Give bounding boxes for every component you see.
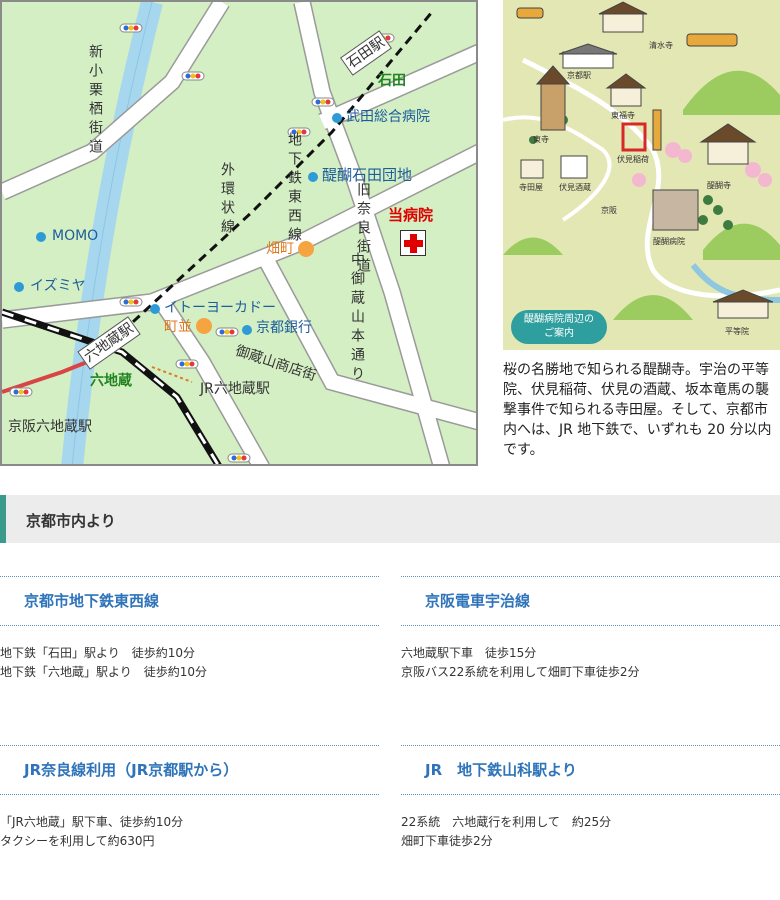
toji-label: 東寺 [533,135,549,144]
location-dot-icon [242,325,252,335]
location-dot-icon [332,113,342,123]
fushimi-sake-label: 伏見酒蔵 [559,183,591,192]
route-line: 京阪バス22系統を利用して畑町下車徒歩2分 [401,665,640,679]
shinkurisu-road-label: 新小栗栖街道 [87,44,103,158]
route-card: 京都市地下鉄東西線 地下鉄「石田」駅より 徒歩約10分 地下鉄「六地蔵」駅より … [0,576,379,682]
route-card: JR奈良線利用（JR京都駅から） 「JR六地蔵」駅下車、徒歩約10分 タクシーを… [0,745,379,851]
itoyokado-label: イトーヨーカドー [164,300,276,316]
route-line: 「JR六地蔵」駅下車、徒歩約10分 [0,815,184,829]
tofukuji-label: 東福寺 [611,111,635,120]
bus-stop-icon [196,318,212,334]
illustration-art [503,1,780,320]
bus-stop-icon [298,241,314,257]
rokujizo-area-label: 六地蔵 [90,373,132,389]
area-description: 桜の名勝地で知られる醍醐寺。宇治の平等院、伏見稲荷、伏見の酒蔵、坂本竜馬の襲撃事… [503,362,772,458]
route-title: 京阪電車宇治線 [425,592,531,610]
divider [401,625,780,626]
route-card: 京阪電車宇治線 六地蔵駅下車 徒歩15分 京阪バス22系統を利用して畑町下車徒歩… [401,576,780,682]
location-dot-icon [308,172,318,182]
area-guide-badge: 醍醐病院周辺の ご案内 [511,310,607,344]
izumiya-label: イズミヤ [30,278,86,294]
takeda-hospital-label: 武田総合病院 [346,109,430,125]
kyoto-bank-label: 京都銀行 [256,320,312,336]
hospital-label: 当病院 [388,206,434,224]
location-dot-icon [150,304,160,314]
divider [0,625,379,626]
area-illustration: 清水寺 京都駅 東寺 東福寺 伏見稲荷 寺田屋 伏見酒蔵 醍醐寺 醍醐病院 平等… [503,0,780,350]
route-title: JR奈良線利用（JR京都駅から） [24,761,239,779]
keihan-label: 京阪 [601,206,617,215]
route-line: 地下鉄「六地蔵」駅より 徒歩約10分 [0,665,208,679]
access-map: 石田駅 六地蔵駅 石田 六地蔵 JR六地蔵駅 京阪六地蔵駅 新小栗栖街道 外環状… [0,0,478,466]
fushimi-inari-label: 伏見稲荷 [617,155,649,164]
location-dot-icon [14,282,24,292]
route-card: JR 地下鉄山科駅より 22系統 六地蔵行を利用して 約25分 畑町下車徒歩2分 [401,745,780,851]
hatacho-bus-stop-label: 畑町 [266,241,294,257]
divider [401,794,780,795]
nara-kaido-label: 旧奈良街道 [355,182,371,277]
jr-rokujizo-label: JR六地蔵駅 [200,381,270,397]
route-line: 地下鉄「石田」駅より 徒歩約10分 [0,646,196,660]
route-line: 畑町下車徒歩2分 [401,834,493,848]
route-line: タクシーを利用して約630円 [0,834,155,848]
location-dot-icon [36,232,46,242]
divider [0,794,379,795]
daigo-ishidadanchi-label: 醍醐石田団地 [322,166,413,184]
keihan-rokujizo-label: 京阪六地蔵駅 [8,419,92,435]
momo-label: MOMO [52,228,99,244]
gaikan-road-label: 外環状線 [219,162,235,238]
access-section-title: 京都市内より [26,512,116,530]
subway-road-label: 地下鉄東西線 [286,132,302,246]
daigoji-label: 醍醐寺 [707,181,731,190]
route-title: JR 地下鉄山科駅より [425,761,577,779]
route-title: 京都市地下鉄東西線 [24,592,160,610]
badge-line2: ご案内 [544,328,574,339]
kyoto-station-label: 京都駅 [567,71,591,80]
teradaya-label: 寺田屋 [519,183,543,192]
byodoin-label: 平等院 [725,327,749,336]
hospital-cross-icon [400,230,426,256]
machinami-bus-stop-label: 町並 [164,319,192,335]
kiyomizu-label: 清水寺 [649,41,673,50]
nakagokuraya-road-label: 中御蔵山本通り [349,252,365,385]
route-line: 六地蔵駅下車 徒歩15分 [401,646,537,660]
ishida-area-label: 石田 [378,73,406,89]
badge-line1: 醍醐病院周辺の [524,314,594,325]
route-line: 22系統 六地蔵行を利用して 約25分 [401,815,612,829]
daigo-hospital-label: 醍醐病院 [653,237,685,246]
access-section-header: 京都市内より [0,495,780,543]
